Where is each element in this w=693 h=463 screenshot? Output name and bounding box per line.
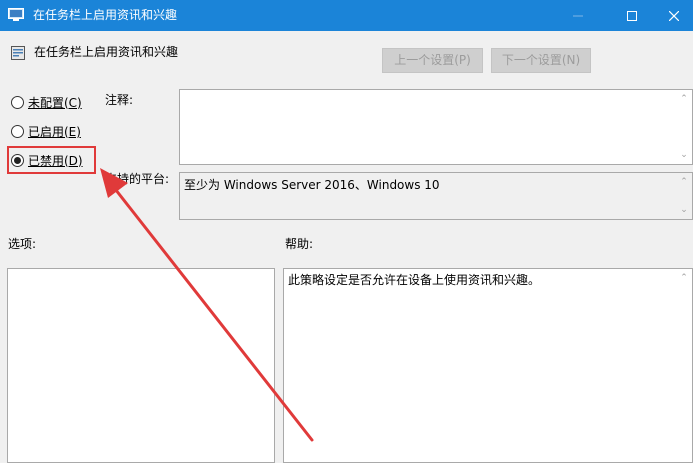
comment-scrollbar[interactable]: ⌃ ⌄ bbox=[676, 90, 692, 164]
options-label: 选项: bbox=[8, 237, 37, 251]
minimize-button[interactable] bbox=[555, 0, 601, 31]
help-label: 帮助: bbox=[285, 237, 314, 251]
help-text: 此策略设定是否允许在设备上使用资讯和兴趣。 bbox=[288, 273, 541, 287]
policy-name: 在任务栏上启用资讯和兴趣 bbox=[34, 45, 179, 59]
title-bar: 在任务栏上启用资讯和兴趣 bbox=[0, 0, 693, 31]
maximize-button[interactable] bbox=[609, 0, 655, 31]
supported-platforms-box: 至少为 Windows Server 2016、Windows 10 ⌃ ⌄ bbox=[179, 172, 693, 220]
close-icon bbox=[669, 10, 679, 21]
radio-label: 已启用(E) bbox=[28, 124, 81, 139]
window-title: 在任务栏上启用资讯和兴趣 bbox=[33, 8, 178, 22]
minimize-icon bbox=[573, 15, 583, 16]
policy-setting-icon bbox=[11, 46, 25, 60]
previous-setting-button[interactable]: 上一个设置(P) bbox=[382, 48, 483, 73]
scroll-down-icon[interactable]: ⌄ bbox=[680, 150, 688, 160]
comment-label: 注释: bbox=[105, 93, 134, 107]
supported-scrollbar[interactable]: ⌃ ⌄ bbox=[676, 173, 692, 219]
help-pane: 此策略设定是否允许在设备上使用资讯和兴趣。 ⌃ bbox=[283, 268, 693, 463]
annotation-highlight-box bbox=[7, 146, 96, 174]
radio-not-configured[interactable]: 未配置(C) bbox=[11, 93, 82, 111]
scroll-up-icon[interactable]: ⌃ bbox=[680, 273, 688, 283]
maximize-icon bbox=[627, 10, 637, 21]
policy-window-icon bbox=[8, 8, 24, 21]
supported-platforms-text: 至少为 Windows Server 2016、Windows 10 bbox=[184, 178, 440, 192]
next-setting-button[interactable]: 下一个设置(N) bbox=[491, 48, 591, 73]
radio-button-icon bbox=[11, 95, 24, 109]
radio-button-icon bbox=[11, 124, 24, 138]
help-scrollbar[interactable]: ⌃ bbox=[676, 269, 692, 462]
scroll-up-icon[interactable]: ⌃ bbox=[680, 94, 688, 104]
close-button[interactable] bbox=[651, 0, 693, 31]
radio-enabled[interactable]: 已启用(E) bbox=[11, 122, 81, 140]
scroll-down-icon[interactable]: ⌄ bbox=[680, 205, 688, 215]
options-pane bbox=[7, 268, 275, 463]
scroll-up-icon[interactable]: ⌃ bbox=[680, 177, 688, 187]
comment-textarea[interactable]: ⌃ ⌄ bbox=[179, 89, 693, 165]
supported-platforms-label: 支持的平台: bbox=[105, 172, 170, 186]
radio-label: 未配置(C) bbox=[28, 95, 82, 110]
